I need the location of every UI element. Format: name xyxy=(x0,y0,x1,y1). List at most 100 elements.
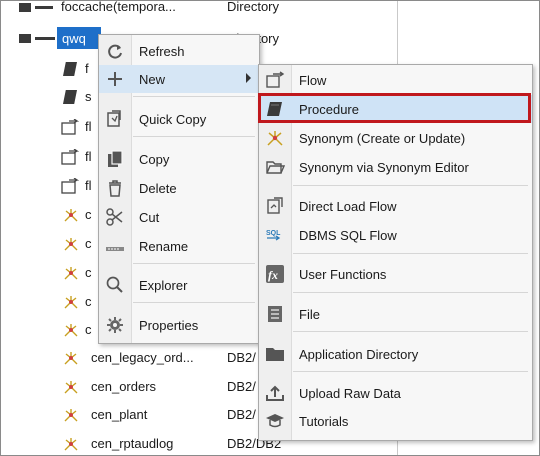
rename-icon xyxy=(106,247,124,251)
tree-row[interactable]: cen_plant DB2/ xyxy=(1,401,291,429)
menu-item-application-directory[interactable]: Application Directory xyxy=(259,340,532,368)
menu-item-delete[interactable]: Delete xyxy=(99,174,259,202)
tree-row[interactable]: foccache(tempora... Directory xyxy=(1,0,291,21)
menu-item-refresh[interactable]: Refresh xyxy=(99,37,259,65)
direct-load-icon xyxy=(267,197,283,214)
folder-icon xyxy=(266,348,284,361)
selection-highlight: qwq xyxy=(57,27,101,49)
menu-separator xyxy=(133,263,255,264)
menu-item-label: Delete xyxy=(139,181,177,196)
menu-item-label: Refresh xyxy=(139,44,185,59)
menu-item-direct-load-flow[interactable]: Direct Load Flow xyxy=(259,192,532,220)
menu-separator xyxy=(293,371,528,372)
menu-separator xyxy=(133,136,255,137)
folder-icon xyxy=(19,34,31,43)
tree-item-name: c xyxy=(85,322,92,337)
menu-item-dbms-sql-flow[interactable]: SQL DBMS SQL Flow xyxy=(259,221,532,249)
menu-item-properties[interactable]: Properties xyxy=(99,311,259,339)
menu-item-label: Rename xyxy=(139,239,189,254)
menu-item-label: Flow xyxy=(299,73,327,88)
procedure-icon xyxy=(63,90,77,104)
tree-item-name: c xyxy=(85,265,92,280)
menu-item-quick-copy[interactable]: Quick Copy xyxy=(99,105,259,133)
tree-item-name: fl xyxy=(85,149,92,164)
chevron-right-icon xyxy=(246,73,251,83)
callout-highlight-box xyxy=(258,93,531,123)
menu-separator xyxy=(293,331,528,332)
menu-item-label: Synonym via Synonym Editor xyxy=(299,160,469,175)
scissors-icon xyxy=(106,208,123,226)
flow-icon xyxy=(61,149,79,165)
synonym-icon xyxy=(64,438,78,451)
menu-item-copy[interactable]: Copy xyxy=(99,145,259,173)
plus-icon xyxy=(108,72,122,86)
menu-item-synonym-create[interactable]: Synonym (Create or Update) xyxy=(259,124,532,152)
svg-text:SQL: SQL xyxy=(266,230,281,237)
tree-item-name: qwq xyxy=(62,31,86,46)
search-icon xyxy=(106,276,123,293)
tree-connector xyxy=(35,37,55,40)
tree-row[interactable]: cen_orders DB2/ xyxy=(1,373,291,401)
gear-icon xyxy=(107,317,123,333)
synonym-icon xyxy=(267,131,283,146)
fx-icon: fx xyxy=(266,265,284,283)
tree-row[interactable]: cen_rptaudlog DB2/DB2 xyxy=(1,430,291,455)
menu-item-label: User Functions xyxy=(299,267,387,282)
svg-text:fx: fx xyxy=(268,268,278,282)
menu-item-label: Quick Copy xyxy=(139,112,207,127)
refresh-icon xyxy=(108,44,122,59)
menu-item-tutorials[interactable]: Tutorials xyxy=(259,407,532,435)
context-menu: Refresh New Quick Copy Copy Delete Cut R xyxy=(98,34,260,344)
folder-open-icon xyxy=(266,161,285,174)
synonym-icon xyxy=(64,296,78,309)
procedure-icon xyxy=(63,62,77,76)
synonym-icon xyxy=(64,238,78,251)
menu-item-cut[interactable]: Cut xyxy=(99,203,259,231)
menu-item-label: Cut xyxy=(139,210,160,225)
window-frame: foccache(tempora... Directory qwq Direct… xyxy=(0,0,540,456)
synonym-icon xyxy=(64,381,78,394)
flow-icon xyxy=(61,119,79,135)
menu-separator xyxy=(293,253,528,254)
folder-icon xyxy=(19,3,31,12)
menu-item-synonym-editor[interactable]: Synonym via Synonym Editor xyxy=(259,153,532,181)
tree-item-name: cen_rptaudlog xyxy=(91,436,174,451)
menu-separator xyxy=(293,185,528,186)
tree-item-name: c xyxy=(85,207,92,222)
menu-item-new[interactable]: New xyxy=(99,65,259,93)
menu-item-file[interactable]: File xyxy=(259,300,532,328)
tree-item-name: c xyxy=(85,236,92,251)
menu-item-label: Copy xyxy=(139,152,170,167)
menu-item-rename[interactable]: Rename xyxy=(99,232,259,260)
menu-separator xyxy=(133,96,255,97)
graduation-cap-icon xyxy=(266,414,284,428)
tree-item-type: DB2/ xyxy=(227,407,256,422)
tree-row[interactable]: cen_legacy_ord... DB2/ xyxy=(1,344,291,372)
menu-item-label: Properties xyxy=(139,318,199,333)
tree-item-name: foccache(tempora... xyxy=(61,0,176,14)
menu-item-label: Tutorials xyxy=(299,414,349,429)
upload-icon xyxy=(266,385,284,401)
menu-item-user-functions[interactable]: fx User Functions xyxy=(259,260,532,288)
menu-item-label: Explorer xyxy=(139,278,188,293)
menu-separator xyxy=(293,292,528,293)
tree-item-name: cen_plant xyxy=(91,407,148,422)
flow-icon xyxy=(61,178,79,194)
tree-item-name: s xyxy=(85,89,92,104)
synonym-icon xyxy=(64,267,78,280)
menu-item-label: Upload Raw Data xyxy=(299,386,401,401)
synonym-icon xyxy=(64,352,78,365)
quick-copy-icon xyxy=(107,110,121,127)
tree-connector xyxy=(35,6,53,9)
menu-item-explorer[interactable]: Explorer xyxy=(99,271,259,299)
menu-item-flow[interactable]: Flow xyxy=(259,66,532,94)
synonym-icon xyxy=(64,209,78,222)
tree-item-name: cen_legacy_ord... xyxy=(91,350,194,365)
file-icon xyxy=(268,306,282,322)
menu-separator xyxy=(133,302,255,303)
tree-item-name: fl xyxy=(85,119,92,134)
menu-item-upload-raw-data[interactable]: Upload Raw Data xyxy=(259,379,532,407)
synonym-icon xyxy=(64,324,78,337)
tree-item-name: fl xyxy=(85,178,92,193)
menu-item-label: New xyxy=(139,72,166,87)
